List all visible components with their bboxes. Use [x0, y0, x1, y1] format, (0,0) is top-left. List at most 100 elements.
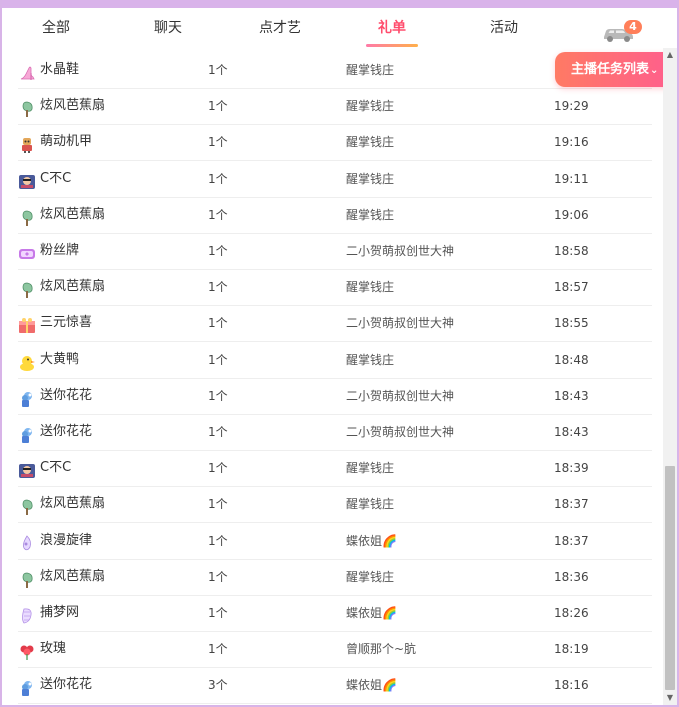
gift-cell: 炫风芭蕉扇: [18, 88, 105, 124]
tab-chat[interactable]: 聊天: [128, 8, 208, 48]
gift-time: 18:19: [554, 642, 589, 657]
gift-quantity: 1个: [208, 461, 228, 476]
gift-quantity: 1个: [208, 497, 228, 512]
scroll-down-arrow-icon[interactable]: ▼: [663, 691, 677, 705]
gift-time: 18:43: [554, 388, 589, 403]
gift-cell: 送你花花: [18, 414, 92, 450]
gift-cell: 捕梦网: [18, 595, 79, 631]
gift-row: 萌动机甲 1个 醒掌钱庄 19:16: [18, 124, 652, 162]
gift-quantity: 1个: [208, 569, 228, 584]
fanbadge-gift-icon: [18, 242, 36, 260]
gift-gift-icon: [18, 314, 36, 334]
gift-name: 炫风芭蕉扇: [40, 279, 106, 295]
gift-name: C不C: [40, 170, 72, 186]
gift-cell: 水晶鞋: [18, 52, 79, 88]
streamer-task-list-button[interactable]: 主播任务列表⌄: [555, 52, 679, 87]
melody-gift-icon: [18, 532, 36, 550]
scrollbar[interactable]: ▲ ▼: [663, 48, 677, 705]
gift-quantity: 1个: [208, 642, 228, 657]
sender-name[interactable]: 醒掌钱庄: [346, 197, 394, 233]
gift-quantity: 1个: [208, 533, 228, 548]
gift-time: 18:57: [554, 280, 589, 295]
tab-activity[interactable]: 活动: [464, 8, 544, 48]
scroll-up-arrow-icon[interactable]: ▲: [663, 48, 677, 62]
gift-time: 19:29: [554, 99, 589, 114]
gift-list: 水晶鞋 1个 醒掌钱庄 炫风芭蕉扇 1个 醒掌钱庄 19:29 萌动机甲 1个 醒掌钱庄 19:16…: [2, 48, 662, 705]
gift-quantity: 1个: [208, 63, 228, 77]
gift-name: C不C: [40, 460, 72, 476]
task-button-label: 主播任务列表: [571, 62, 650, 77]
gift-row: C不C 1个 醒掌钱庄 19:11: [18, 161, 652, 198]
sender-name[interactable]: 二小贺萌叔创世大神: [346, 414, 454, 450]
sender-name[interactable]: 蝶依姐🌈: [346, 595, 397, 631]
gift-name: 炫风芭蕉扇: [40, 496, 106, 512]
gift-quantity: 1个: [208, 135, 228, 150]
sender-name[interactable]: 二小贺萌叔创世大神: [346, 378, 454, 414]
gift-quantity: 1个: [208, 352, 228, 367]
gift-quantity: 1个: [208, 99, 228, 114]
sender-name[interactable]: 醒掌钱庄: [346, 52, 394, 88]
tab-gift-list[interactable]: 礼单: [352, 8, 432, 48]
gift-row: 浪漫旋律 1个 蝶依姐🌈 18:37: [18, 523, 652, 560]
gift-row: 三元惊喜 1个 二小贺萌叔创世大神 18:55: [18, 305, 652, 343]
gift-name: 玫瑰: [40, 641, 67, 657]
top-border-bar: [0, 0, 679, 8]
gift-cell: 粉丝牌: [18, 233, 79, 269]
tab-all[interactable]: 全部: [16, 8, 96, 48]
rose-gift-icon: [18, 640, 36, 661]
car-badge: 4: [624, 20, 642, 34]
sender-name[interactable]: 醒掌钱庄: [346, 124, 394, 160]
sender-name[interactable]: 醒掌钱庄: [346, 269, 394, 305]
sender-name[interactable]: 二小贺萌叔创世大神: [346, 233, 454, 269]
gift-name: 大黄鸭: [40, 351, 80, 367]
card-gift-icon: [18, 459, 36, 479]
gift-cell: C不C: [18, 161, 71, 197]
sender-name[interactable]: 醒掌钱庄: [346, 88, 394, 124]
gift-row: 炫风芭蕉扇 1个 醒掌钱庄 19:06: [18, 197, 652, 234]
flower-gift-icon: [18, 423, 36, 443]
gift-cell: C不C: [18, 450, 71, 486]
gift-name: 炫风芭蕉扇: [40, 206, 106, 222]
gift-quantity: 3个: [208, 678, 228, 693]
flower-gift-icon: [18, 676, 36, 697]
gift-cell: 炫风芭蕉扇: [18, 197, 105, 233]
gift-quantity: 1个: [208, 316, 228, 331]
gift-time: 18:48: [554, 352, 589, 367]
gift-row: C不C 1个 醒掌钱庄 18:39: [18, 450, 652, 488]
gift-quantity: 1个: [208, 388, 228, 403]
tab-talent[interactable]: 点才艺: [240, 8, 320, 48]
sender-name[interactable]: 曾顺那个~肮: [346, 631, 416, 667]
gift-cell: 炫风芭蕉扇: [18, 486, 105, 522]
sender-name[interactable]: 醒掌钱庄: [346, 486, 394, 522]
gift-row: 炫风芭蕉扇 1个 醒掌钱庄 18:37: [18, 486, 652, 524]
sender-name[interactable]: 醒掌钱庄: [346, 559, 394, 595]
gift-time: 18:43: [554, 425, 589, 439]
gift-name: 捕梦网: [40, 605, 80, 620]
gift-name: 三元惊喜: [40, 315, 93, 331]
gift-cell: 萌动机甲: [18, 124, 92, 160]
gift-cell: 玫瑰: [18, 631, 66, 667]
sender-name[interactable]: 醒掌钱庄: [346, 161, 394, 197]
mecha-gift-icon: [18, 133, 36, 154]
gift-quantity: 1个: [208, 606, 228, 620]
shoe-gift-icon: [18, 61, 36, 80]
gift-row: 捕梦网 1个 蝶依姐🌈 18:26: [18, 595, 652, 632]
gift-name: 送你花花: [40, 677, 93, 693]
sender-name[interactable]: 醒掌钱庄: [346, 342, 394, 378]
gift-name: 萌动机甲: [40, 134, 93, 150]
gift-time: 18:26: [554, 606, 589, 620]
gift-time: 19:11: [554, 171, 589, 186]
gift-cell: 送你花花: [18, 667, 92, 703]
sender-name[interactable]: 二小贺萌叔创世大神: [346, 305, 454, 341]
sender-name[interactable]: 蝶依姐🌈: [346, 523, 397, 559]
scroll-thumb[interactable]: [665, 466, 675, 690]
fan-gift-icon: [18, 206, 36, 226]
gift-row: 玫瑰 1个 曾顺那个~肮 18:19: [18, 631, 652, 669]
tab-bar: 全部 聊天 点才艺 礼单 活动 4: [0, 8, 679, 48]
gift-time: 19:06: [554, 207, 589, 222]
fan-gift-icon: [18, 495, 36, 516]
gift-name: 炫风芭蕉扇: [40, 568, 106, 584]
gift-name: 送你花花: [40, 387, 93, 403]
sender-name[interactable]: 醒掌钱庄: [346, 450, 394, 486]
sender-name[interactable]: 蝶依姐🌈: [346, 667, 397, 703]
